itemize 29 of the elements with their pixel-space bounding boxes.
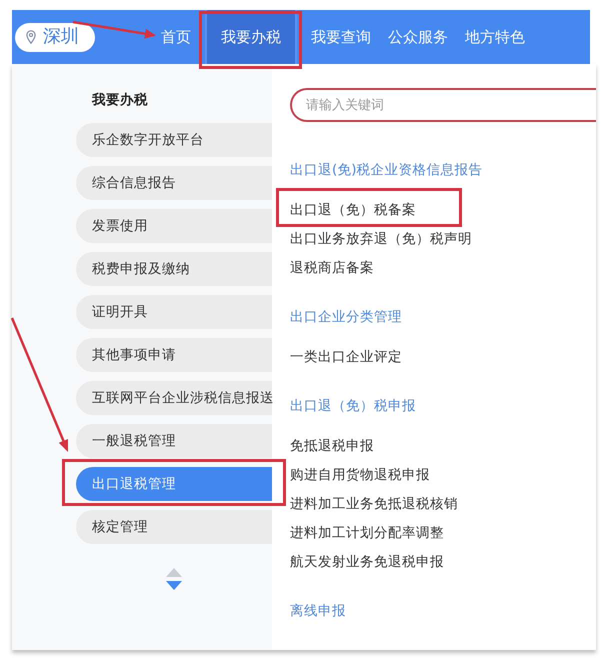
section-heading[interactable]: 离线申报 xyxy=(290,602,346,620)
sidebar-item[interactable]: 证明开具 xyxy=(76,295,272,329)
sidebar-item[interactable]: 税费申报及缴纳 xyxy=(76,252,272,286)
sidebar-item[interactable]: 核定管理 xyxy=(76,510,272,544)
section-heading[interactable]: 出口企业分类管理 xyxy=(290,308,402,326)
section-heading[interactable]: 出口退（免）税申报 xyxy=(290,397,416,415)
sidebar-item[interactable]: 其他事项申请 xyxy=(76,338,272,372)
nav-tab[interactable]: 我要办税 xyxy=(205,10,297,64)
sidebar-item[interactable]: 综合信息报告 xyxy=(76,166,272,200)
sidebar-item[interactable]: 出口退税管理 xyxy=(76,467,272,501)
service-link[interactable]: 免抵退税申报 xyxy=(290,432,374,461)
sidebar-item[interactable]: 发票使用 xyxy=(76,209,272,243)
service-link[interactable]: 购进自用货物退税申报 xyxy=(290,461,430,490)
service-link[interactable]: 一类出口企业评定 xyxy=(290,343,402,372)
service-link[interactable]: 进料加工计划分配率调整 xyxy=(290,519,444,548)
scroll-down-icon[interactable] xyxy=(166,581,182,590)
sidebar-title: 我要办税 xyxy=(90,91,149,109)
city-selector-button[interactable]: 深圳 xyxy=(15,22,95,52)
sidebar-item[interactable]: 互联网平台企业涉税信息报送 xyxy=(76,381,272,415)
section-heading[interactable]: 出口退(免)税企业资格信息报告 xyxy=(290,161,483,179)
location-pin-icon xyxy=(26,30,36,44)
search-field[interactable]: 请输入关键词 xyxy=(290,88,596,122)
service-link[interactable]: 出口业务放弃退（免）税声明 xyxy=(290,225,472,254)
sidebar-item[interactable]: 一般退税管理 xyxy=(76,424,272,458)
service-link[interactable]: 出口退（免）税备案 xyxy=(290,196,416,225)
sidebar-item[interactable]: 乐企数字开放平台 xyxy=(76,123,272,157)
service-link[interactable]: 进料加工业务免抵退税核销 xyxy=(290,490,458,519)
service-link[interactable]: 航天发射业务免退税申报 xyxy=(290,548,444,577)
service-link[interactable]: 退税商店备案 xyxy=(290,254,374,283)
